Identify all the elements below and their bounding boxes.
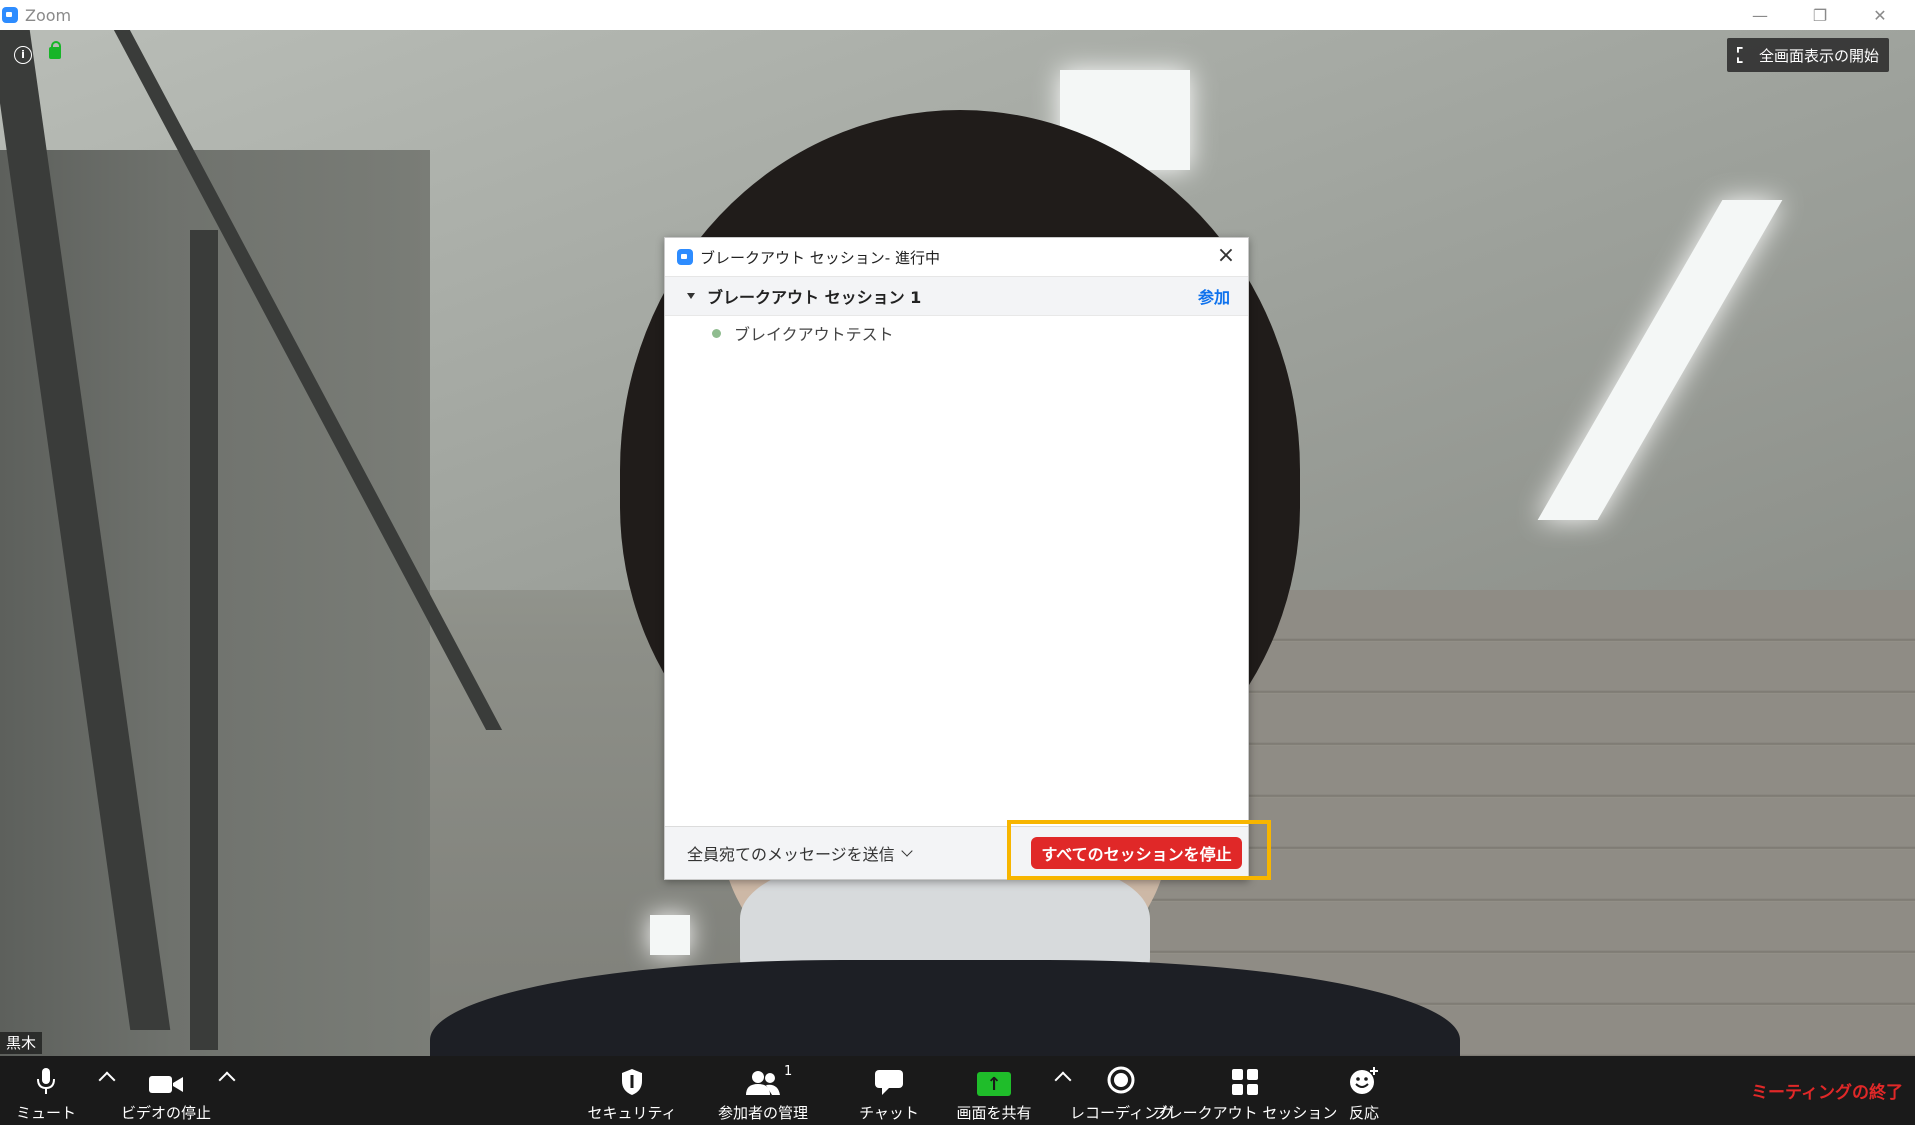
video-options-chevron-up-icon[interactable]	[218, 1071, 236, 1089]
annotation-highlight-box	[1007, 820, 1271, 880]
join-session-link[interactable]: 参加	[1198, 284, 1230, 308]
share-screen-button[interactable]: ↑ 画面を共有	[950, 1056, 1038, 1125]
microphone-icon	[36, 1056, 56, 1096]
reactions-label: 反応	[1348, 1104, 1379, 1122]
audio-options-chevron-up-icon[interactable]	[98, 1071, 116, 1089]
zoom-app-icon	[2, 7, 18, 23]
share-screen-label: 画面を共有	[956, 1104, 1032, 1122]
security-label: セキュリティ	[587, 1104, 677, 1122]
chevron-down-icon	[901, 845, 913, 857]
security-button[interactable]: セキュリティ	[587, 1056, 677, 1125]
chat-button[interactable]: チャット	[859, 1056, 919, 1125]
broadcast-label: 全員宛てのメッセージを送信	[687, 845, 895, 864]
mute-label: ミュート	[15, 1104, 76, 1122]
window-title: Zoom	[25, 5, 72, 25]
breakout-sessions-button[interactable]: ブレークアウト セッション	[1153, 1056, 1337, 1125]
participants-count-badge: 1	[784, 1064, 793, 1079]
zoom-app-icon	[677, 249, 693, 265]
participant-name-tag: 黒木	[0, 1032, 43, 1054]
share-screen-icon: ↑	[977, 1072, 1011, 1096]
status-dot-icon	[712, 328, 721, 338]
window-titlebar: Zoom — ❐ ✕	[0, 0, 1915, 30]
video-camera-icon	[148, 1056, 184, 1096]
broadcast-message-dropdown[interactable]: 全員宛てのメッセージを送信	[687, 841, 913, 865]
end-meeting-button[interactable]: ミーティングの終了	[1751, 1078, 1903, 1103]
chat-label: チャット	[859, 1104, 919, 1122]
breakout-grid-icon	[1231, 1056, 1259, 1096]
mute-button[interactable]: ミュート	[14, 1056, 78, 1125]
fullscreen-icon	[1737, 47, 1753, 63]
emoji-reaction-icon	[1349, 1056, 1379, 1096]
window-frame	[190, 230, 218, 1050]
meeting-toolbar: ミュート ビデオの停止 セキュリティ 参加者の管理 1 チャット ↑ 画面を共有	[0, 1056, 1915, 1125]
shield-icon	[620, 1056, 644, 1096]
reactions-button[interactable]: 反応	[1340, 1056, 1388, 1125]
close-window-button[interactable]: ✕	[1850, 0, 1910, 30]
dialog-close-icon[interactable]: ×	[1214, 245, 1238, 269]
dialog-titlebar: ブレークアウト セッション- 進行中 ×	[665, 238, 1248, 277]
share-screen-icon-wrap: ↑	[977, 1056, 1011, 1096]
minimize-button[interactable]: —	[1730, 0, 1790, 30]
record-icon	[1107, 1056, 1137, 1096]
restore-button[interactable]: ❐	[1790, 0, 1850, 30]
chat-bubble-icon	[874, 1056, 904, 1096]
fullscreen-label: 全画面表示の開始	[1759, 46, 1880, 65]
encryption-lock-icon[interactable]	[49, 41, 61, 59]
enter-fullscreen-button[interactable]: 全画面表示の開始	[1727, 38, 1890, 72]
session-name: ブレークアウト セッション 1	[707, 288, 922, 307]
share-options-chevron-up-icon[interactable]	[1054, 1071, 1072, 1089]
ceiling-light	[650, 915, 690, 955]
info-icon[interactable]: i	[14, 46, 32, 64]
breakout-sessions-label: ブレークアウト セッション	[1152, 1104, 1338, 1122]
manage-participants-label: 参加者の管理	[717, 1104, 808, 1122]
participant-name: ブレイクアウトテスト	[734, 325, 894, 344]
stop-video-label: ビデオの停止	[120, 1104, 211, 1122]
participants-icon	[745, 1056, 781, 1096]
manage-participants-button[interactable]: 参加者の管理	[713, 1056, 813, 1125]
breakout-sessions-dialog: ブレークアウト セッション- 進行中 × ブレークアウト セッション 1 参加 …	[664, 237, 1249, 880]
list-item: ブレイクアウトテスト	[665, 316, 1248, 350]
session-row[interactable]: ブレークアウト セッション 1 参加	[665, 277, 1248, 316]
stop-video-button[interactable]: ビデオの停止	[120, 1056, 212, 1125]
dialog-title: ブレークアウト セッション- 進行中	[700, 248, 940, 267]
collapse-caret-icon[interactable]	[687, 293, 695, 299]
